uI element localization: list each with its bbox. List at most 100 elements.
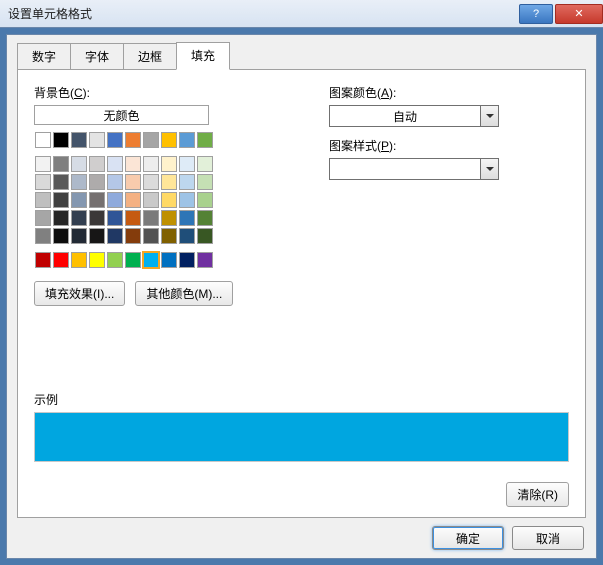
color-swatch[interactable] (179, 156, 195, 172)
color-swatch[interactable] (197, 132, 213, 148)
color-swatch[interactable] (197, 252, 213, 268)
chevron-down-icon (480, 106, 498, 126)
color-swatch[interactable] (53, 132, 69, 148)
dialog-window: 设置单元格格式 ? ✕ 数字 字体 边框 填充 背景色(C): 无颜色 (0, 0, 603, 565)
color-swatch[interactable] (71, 156, 87, 172)
color-swatch[interactable] (53, 174, 69, 190)
ok-button[interactable]: 确定 (432, 526, 504, 550)
color-swatch[interactable] (107, 192, 123, 208)
tab-border[interactable]: 边框 (123, 43, 177, 70)
color-swatch[interactable] (107, 210, 123, 226)
color-swatch[interactable] (107, 174, 123, 190)
fill-panel: 背景色(C): 无颜色 填充效果(I)... 其他颜色(M)... 图案 (17, 69, 586, 518)
color-swatch[interactable] (35, 228, 51, 244)
color-swatch[interactable] (35, 174, 51, 190)
color-swatch[interactable] (143, 210, 159, 226)
color-swatch[interactable] (125, 192, 141, 208)
color-swatch[interactable] (143, 156, 159, 172)
color-swatch[interactable] (125, 210, 141, 226)
color-swatch[interactable] (161, 192, 177, 208)
close-button[interactable]: ✕ (555, 4, 603, 24)
fill-effects-button[interactable]: 填充效果(I)... (34, 281, 125, 306)
chevron-down-icon (480, 159, 498, 179)
color-swatch[interactable] (89, 228, 105, 244)
color-swatch[interactable] (179, 192, 195, 208)
color-swatch[interactable] (53, 192, 69, 208)
color-swatch[interactable] (71, 228, 87, 244)
color-swatch[interactable] (125, 156, 141, 172)
color-swatch[interactable] (89, 132, 105, 148)
color-swatch[interactable] (35, 192, 51, 208)
tabs: 数字 字体 边框 填充 (7, 41, 596, 69)
color-swatch[interactable] (89, 192, 105, 208)
color-swatch[interactable] (107, 252, 123, 268)
color-swatch[interactable] (179, 210, 195, 226)
pattern-style-combo[interactable] (329, 158, 499, 180)
pattern-style-label: 图案样式(P): (329, 137, 569, 154)
effects-row: 填充效果(I)... 其他颜色(M)... (34, 281, 319, 306)
color-swatch[interactable] (197, 210, 213, 226)
color-swatch[interactable] (125, 252, 141, 268)
color-swatch[interactable] (197, 192, 213, 208)
color-swatch[interactable] (143, 132, 159, 148)
color-swatch[interactable] (179, 132, 195, 148)
color-swatch[interactable] (143, 192, 159, 208)
color-swatch[interactable] (125, 228, 141, 244)
color-swatch[interactable] (161, 228, 177, 244)
more-colors-button[interactable]: 其他颜色(M)... (135, 281, 233, 306)
color-swatch[interactable] (143, 228, 159, 244)
tab-fill[interactable]: 填充 (176, 42, 230, 70)
color-swatch[interactable] (107, 228, 123, 244)
color-swatch[interactable] (161, 156, 177, 172)
titlebar: 设置单元格格式 ? ✕ (0, 0, 603, 28)
color-swatch[interactable] (161, 210, 177, 226)
color-swatch[interactable] (179, 228, 195, 244)
color-swatch[interactable] (35, 156, 51, 172)
color-swatch[interactable] (53, 210, 69, 226)
standard-colors (34, 251, 214, 269)
pattern-style-label-post: ): (389, 139, 396, 153)
tab-number[interactable]: 数字 (17, 43, 71, 70)
color-swatch[interactable] (179, 174, 195, 190)
color-swatch[interactable] (89, 210, 105, 226)
tab-font[interactable]: 字体 (70, 43, 124, 70)
color-swatch[interactable] (143, 174, 159, 190)
client-area: 数字 字体 边框 填充 背景色(C): 无颜色 填充效果(I).. (6, 34, 597, 559)
color-swatch[interactable] (53, 252, 69, 268)
color-swatch[interactable] (197, 174, 213, 190)
titlebar-buttons: ? ✕ (517, 4, 603, 24)
color-swatch[interactable] (125, 174, 141, 190)
bgcolor-label-pre: 背景色( (34, 86, 74, 100)
color-swatch[interactable] (107, 156, 123, 172)
color-swatch[interactable] (71, 174, 87, 190)
no-color-button[interactable]: 无颜色 (34, 105, 209, 125)
color-swatch[interactable] (125, 132, 141, 148)
pattern-color-label-post: ): (389, 86, 396, 100)
color-swatch[interactable] (89, 174, 105, 190)
help-button[interactable]: ? (519, 4, 553, 24)
color-swatch[interactable] (35, 132, 51, 148)
color-swatch[interactable] (161, 132, 177, 148)
color-swatch[interactable] (71, 192, 87, 208)
color-swatch[interactable] (143, 252, 159, 268)
color-swatch[interactable] (161, 174, 177, 190)
pattern-color-combo[interactable]: 自动 (329, 105, 499, 127)
color-swatch[interactable] (107, 132, 123, 148)
color-swatch[interactable] (35, 252, 51, 268)
clear-button[interactable]: 清除(R) (506, 482, 569, 507)
example-label: 示例 (34, 391, 569, 408)
color-swatch[interactable] (161, 252, 177, 268)
color-swatch[interactable] (53, 156, 69, 172)
pattern-color-label: 图案颜色(A): (329, 84, 569, 101)
color-swatch[interactable] (89, 156, 105, 172)
color-swatch[interactable] (197, 228, 213, 244)
cancel-button[interactable]: 取消 (512, 526, 584, 550)
color-swatch[interactable] (53, 228, 69, 244)
color-swatch[interactable] (197, 156, 213, 172)
color-swatch[interactable] (71, 210, 87, 226)
color-swatch[interactable] (35, 210, 51, 226)
color-swatch[interactable] (89, 252, 105, 268)
color-swatch[interactable] (179, 252, 195, 268)
color-swatch[interactable] (71, 132, 87, 148)
color-swatch[interactable] (71, 252, 87, 268)
